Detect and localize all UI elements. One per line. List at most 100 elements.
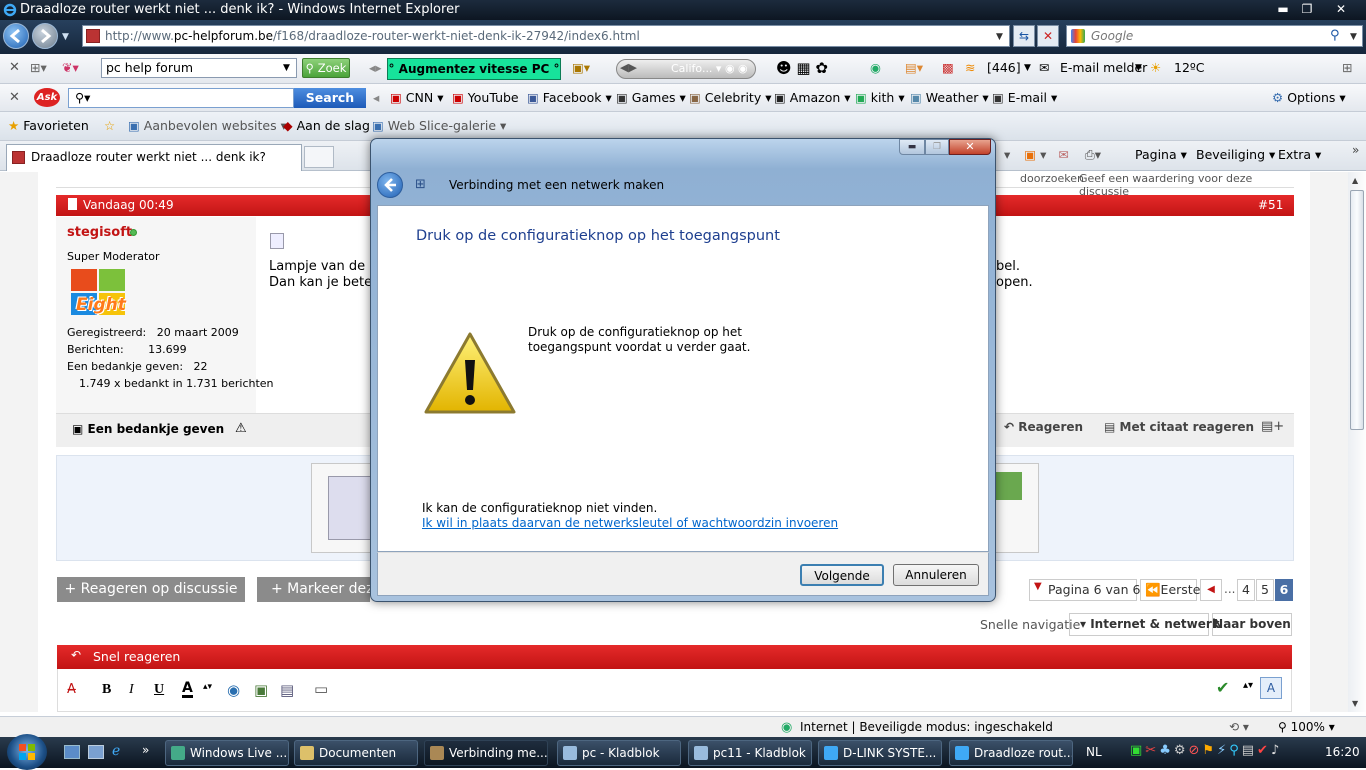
switch-editor-mode-icon[interactable]: A [1260, 677, 1282, 699]
font-color-dropdown-icon[interactable]: ▴▾ [203, 682, 212, 692]
new-tab-button[interactable] [304, 146, 334, 168]
address-dropdown-icon[interactable]: ▼ [996, 32, 1003, 42]
forward-button[interactable] [32, 23, 58, 49]
print-icon[interactable]: ⎙▾ [1085, 147, 1101, 162]
cancel-button[interactable]: Annuleren [893, 564, 979, 586]
augmentez-button[interactable]: ° Augmentez vitesse PC ° [387, 58, 561, 80]
page-link-6-current[interactable]: 6 [1275, 579, 1293, 601]
email-dropdown-icon[interactable]: ▼ [1135, 54, 1142, 82]
recommended-sites[interactable]: ▣ Aanbevolen websites ▾ [128, 112, 287, 140]
ie-quicklaunch-icon[interactable]: ℯ [112, 743, 120, 759]
security-zone-label[interactable]: Internet | Beveiligde modus: ingeschakel… [800, 720, 1053, 734]
system-tray-icons[interactable]: ▣✂♣⚙⊘⚑⚡⚲▤✔♪ [1130, 743, 1282, 758]
link-facebook[interactable]: ▣ Facebook ▾ [527, 84, 612, 112]
insert-image-icon[interactable]: ▣ [254, 681, 268, 699]
insert-video-icon[interactable]: ▤ [280, 681, 294, 699]
weather-icons-group[interactable]: ☻ ▦ ✿ [776, 54, 828, 82]
add-favorite-icon[interactable]: ☆ [104, 112, 115, 140]
maximize-icon[interactable]: ❐ [1294, 0, 1320, 18]
read-mail-icon[interactable]: ✉ [1058, 147, 1068, 162]
minimize-icon[interactable]: ▬ [1270, 0, 1296, 18]
dialog-close-icon[interactable]: ✕ [949, 139, 991, 155]
link-celebrity[interactable]: ▣ Celebrity ▾ [689, 84, 771, 112]
window-title-bar[interactable]: Draadloze router werkt niet ... denk ik?… [0, 0, 1366, 20]
enter-key-link[interactable]: Ik wil in plaats daarvan de netwerksleut… [422, 516, 838, 530]
feeds-icon[interactable]: ▣ [1024, 147, 1036, 162]
address-bar[interactable]: http://www.pc-helpforum.be/f168/draadloz… [82, 25, 1010, 47]
extra-menu[interactable]: Extra ▾ [1278, 147, 1321, 162]
link-email[interactable]: ▣ E-mail ▾ [992, 84, 1057, 112]
google-search-input[interactable]: Google [1066, 25, 1363, 47]
security-menu[interactable]: Beveiliging ▾ [1196, 147, 1275, 162]
insert-quote-icon[interactable]: ▭ [314, 680, 328, 698]
close-toolbar-icon[interactable]: ✕ [9, 54, 20, 82]
protected-mode-icon[interactable]: ⟲ ▾ [1229, 720, 1249, 734]
scroll-up-icon[interactable]: ▲ [1352, 176, 1358, 185]
page-link-5[interactable]: 5 [1256, 579, 1274, 601]
italic-icon[interactable]: I [129, 682, 134, 698]
close-window-icon[interactable]: ✕ [1318, 0, 1364, 18]
get-started-link[interactable]: ◆ Aan de slag [283, 112, 370, 140]
dialog-back-button[interactable] [377, 172, 403, 198]
home-dropdown-icon[interactable]: ▾ [1004, 147, 1010, 162]
toolbar-search-input[interactable]: pc help forum [101, 58, 297, 78]
toolbar-logo-icon[interactable]: ❦▾ [62, 54, 79, 82]
close-ask-toolbar-icon[interactable]: ✕ [9, 84, 20, 112]
report-icon[interactable]: ⚠ [235, 421, 247, 436]
switch-windows-icon[interactable] [88, 745, 104, 759]
username[interactable]: stegisoft [67, 225, 132, 240]
page-link-4[interactable]: 4 [1237, 579, 1255, 601]
network-dialog[interactable]: ▬ ❐ ✕ ⊞ Verbinding met een netwerk maken… [370, 138, 996, 602]
toolbar-add-icon[interactable]: ⊞ [1342, 54, 1352, 82]
chevron-right-icon[interactable]: » [1352, 143, 1359, 157]
taskbar-item-documenten[interactable]: Documenten [294, 740, 418, 766]
refresh-icon[interactable]: ⇆ [1013, 25, 1035, 47]
game-icon[interactable]: ▩ [942, 54, 954, 82]
stop-icon[interactable]: ✕ [1037, 25, 1059, 47]
start-button[interactable] [7, 734, 47, 770]
post-number[interactable]: #51 [1258, 198, 1283, 212]
media-controls-icon[interactable]: ◀▶ [620, 61, 637, 74]
font-color-icon[interactable]: A [182, 681, 193, 698]
quicklaunch-more-icon[interactable]: » [142, 743, 149, 757]
clock[interactable]: 16:20 [1325, 745, 1360, 759]
search-options-icon[interactable]: ▼ [1350, 32, 1357, 42]
page-menu[interactable]: Pagina ▾ [1135, 147, 1187, 162]
media-player[interactable]: Califo... ▾ ◉ ◉ [616, 59, 756, 79]
dialog-minimize-icon[interactable]: ▬ [899, 139, 925, 155]
search-thread-link[interactable]: doorzoeken [1020, 172, 1084, 185]
taskbar-item-windows-live[interactable]: Windows Live ... [165, 740, 289, 766]
count-dropdown-icon[interactable]: ▼ [1024, 54, 1031, 82]
next-button[interactable]: Volgende [800, 564, 884, 586]
thank-button[interactable]: ▣ Een bedankje geven [72, 422, 224, 436]
remove-format-icon[interactable]: A̶ [67, 682, 76, 697]
toolbar-calendar-icon[interactable]: ▣▾ [572, 54, 590, 82]
quote-reply-button[interactable]: ▤ Met citaat reageren [1104, 420, 1254, 434]
taskbar-item-pc-kladblok[interactable]: pc - Kladblok [557, 740, 681, 766]
editor-resize-icon[interactable]: ▴▾ [1243, 680, 1253, 691]
ask-search-button[interactable]: Search [294, 88, 366, 108]
taskbar-item-pc11-kladblok[interactable]: pc11 - Kladblok [688, 740, 812, 766]
insert-link-icon[interactable]: ◉ [227, 681, 240, 699]
zoek-button[interactable]: ⚲ Zoek [302, 58, 350, 78]
back-button[interactable] [3, 23, 29, 49]
page-vertical-scrollbar[interactable]: ▲ ▼ [1348, 172, 1366, 712]
taskbar-item-verbinding[interactable]: Verbinding me... [424, 740, 548, 766]
mail-icon[interactable]: ✉ [1039, 54, 1049, 82]
category-nav-button[interactable]: ▾ Internet & netwerk [1069, 613, 1220, 636]
rss-feed-icon[interactable]: ≋ [965, 54, 975, 82]
ask-search-input[interactable]: ⚲▾ [68, 88, 294, 108]
reply-button[interactable]: ↶ Reageren [1004, 420, 1083, 434]
toolbar-search-dropdown-icon[interactable]: ▼ [283, 63, 290, 73]
recent-pages-icon[interactable]: ▼ [62, 32, 69, 42]
taskbar-item-draadloze[interactable]: Draadloze rout... [949, 740, 1073, 766]
spellcheck-icon[interactable]: ✔ [1216, 678, 1229, 697]
web-slice-gallery[interactable]: ▣ Web Slice-galerie ▾ [372, 112, 506, 140]
back-to-top-button[interactable]: Naar boven [1212, 613, 1292, 636]
search-icon[interactable]: ⚲ [1330, 28, 1340, 43]
feeds-dropdown-icon[interactable]: ▾ [1040, 147, 1046, 162]
globe-icon[interactable]: ◉ [870, 54, 881, 82]
link-kith[interactable]: ▣ kith ▾ [855, 84, 905, 112]
mark-thread-button[interactable]: + Markeer deze [257, 577, 370, 602]
tab-current[interactable]: Draadloze router werkt niet ... denk ik? [6, 144, 302, 171]
